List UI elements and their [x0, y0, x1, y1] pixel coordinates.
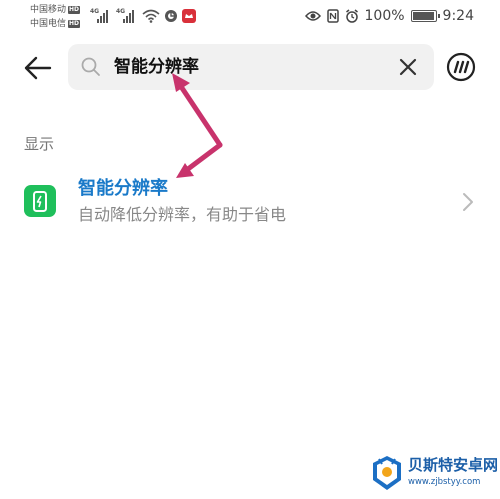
annotation-arrow-line [181, 142, 223, 175]
eye-comfort-icon [304, 11, 321, 21]
carrier-info: 中国移动 HD 中国电信 HD [30, 3, 81, 31]
signal-icon: 4G [116, 8, 138, 24]
status-time: 9:24 [442, 8, 474, 24]
alarm-icon [345, 9, 358, 23]
battery-level-fill [412, 12, 434, 20]
watermark: 贝斯特安卓网 www.zjbstyy.com [370, 452, 499, 496]
annotation-arrow-line [175, 79, 223, 148]
carrier-1-name: 中国移动 [30, 5, 67, 15]
notification-app-icon [182, 9, 196, 23]
status-icons-left: 4G 4G [90, 8, 196, 24]
search-result-item[interactable]: 智能分辨率 自动降低分辨率，有助于省电 [0, 170, 500, 236]
search-input[interactable]: 智能分辨率 [68, 44, 434, 90]
assistant-icon [446, 52, 476, 82]
wifi-icon [142, 9, 160, 23]
search-icon [81, 57, 100, 76]
carrier-2-name: 中国电信 [30, 19, 67, 29]
watermark-url: www.zjbstyy.com [408, 477, 481, 487]
chevron-right-icon [463, 193, 473, 211]
status-icons-right: 100% 9:24 [304, 8, 474, 24]
data-saver-icon [165, 10, 177, 22]
hd-badge: HD [68, 20, 81, 28]
watermark-title: 贝斯特安卓网 [408, 456, 499, 474]
status-bar: 中国移动 HD 中国电信 HD 4G 4G 100% 9:24 [0, 0, 500, 36]
back-button[interactable] [22, 52, 54, 84]
settings-search-screen: 中国移动 HD 中国电信 HD 4G 4G 100% 9:24 智能分辨率 显示… [0, 0, 500, 499]
carrier-2: 中国电信 HD [30, 17, 81, 31]
battery-icon [410, 10, 440, 22]
watermark-logo-icon [373, 456, 401, 490]
search-query-text[interactable]: 智能分辨率 [114, 54, 199, 80]
nfc-icon [326, 9, 339, 23]
result-title: 智能分辨率 [78, 178, 168, 199]
section-header: 显示 [24, 135, 55, 153]
carrier-1: 中国移动 HD [30, 3, 81, 17]
hd-badge: HD [68, 6, 81, 14]
back-arrow-icon [24, 56, 52, 80]
clear-icon[interactable] [398, 57, 418, 77]
battery-percent: 100% [364, 8, 405, 24]
signal-icon: 4G [90, 8, 112, 24]
result-description: 自动降低分辨率，有助于省电 [78, 205, 287, 224]
battery-saver-icon [24, 185, 56, 217]
voice-assistant-button[interactable] [446, 52, 476, 82]
